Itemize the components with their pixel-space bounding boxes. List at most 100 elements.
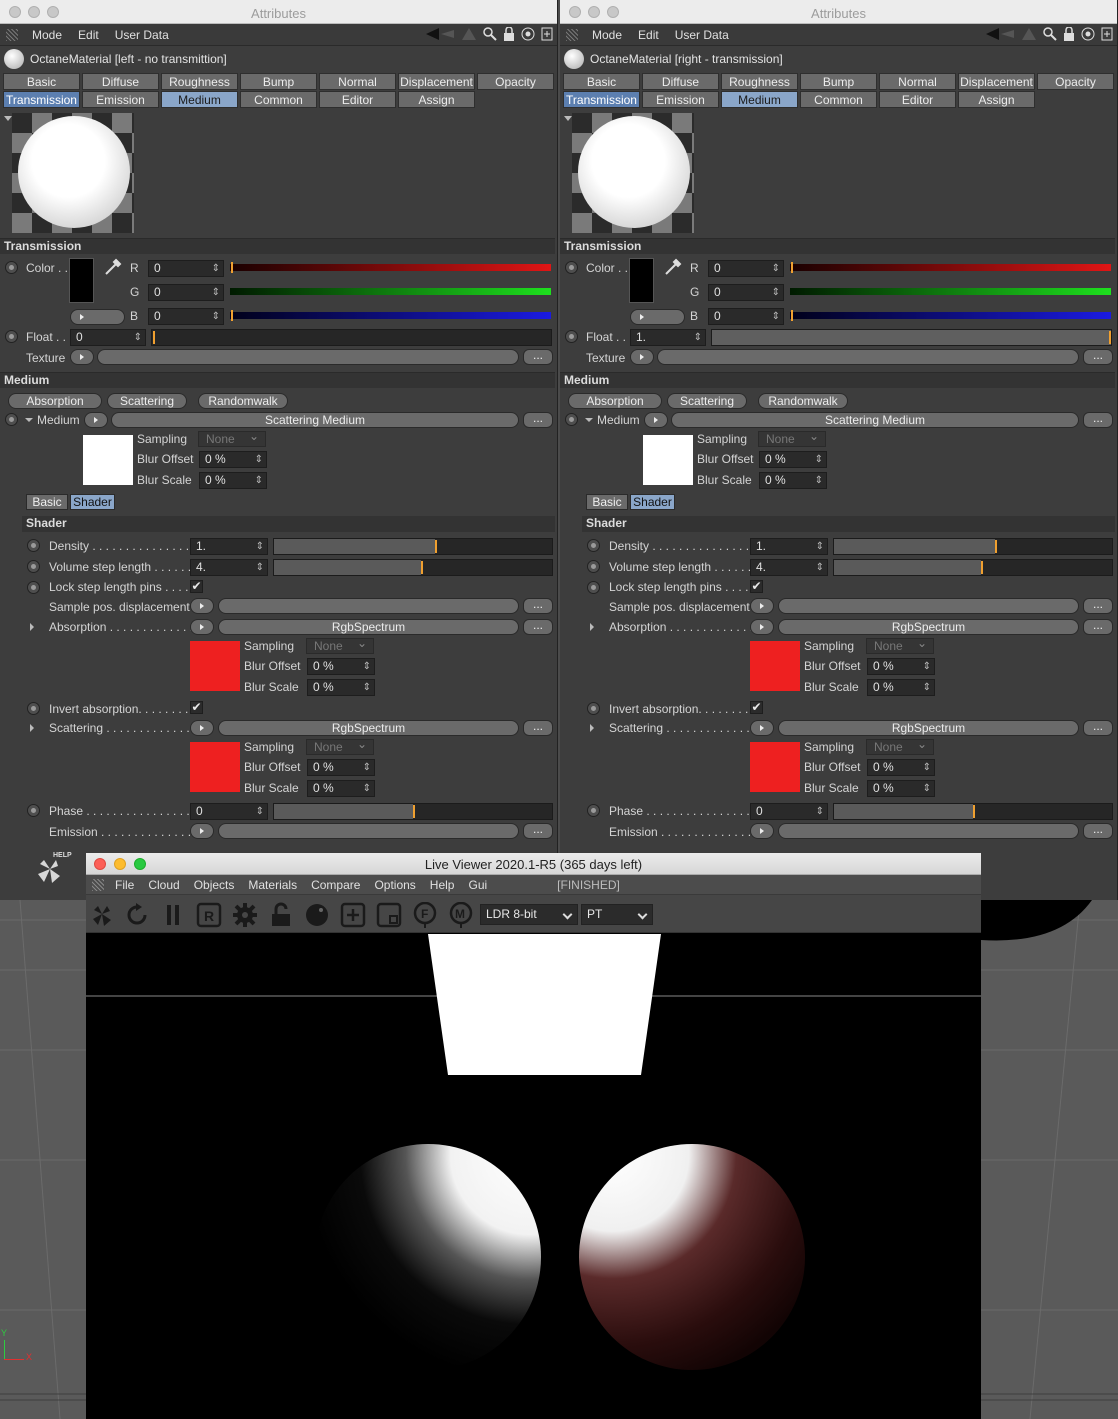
phase-slider[interactable] [833, 803, 1113, 820]
volume-step-animate-radio[interactable] [587, 560, 600, 573]
absorption-more-button[interactable]: ... [1083, 619, 1113, 635]
settings-gear-icon[interactable] [232, 902, 258, 928]
focus-picker-icon[interactable]: F [412, 902, 438, 928]
menu-edit[interactable]: Edit [70, 28, 107, 42]
tab-assign[interactable]: Assign [958, 91, 1035, 108]
absorption-button[interactable]: Absorption [568, 393, 662, 409]
tonemap-dropdown[interactable]: LDR 8-bit [480, 904, 578, 925]
absorption-more-button[interactable]: ... [523, 619, 553, 635]
tab-editor[interactable]: Editor [879, 91, 956, 108]
emission-slot[interactable] [218, 823, 519, 839]
scattering-menu-button[interactable] [190, 720, 214, 736]
tab-roughness[interactable]: Roughness [161, 73, 238, 90]
sample-pos-more-button[interactable]: ... [1083, 598, 1113, 614]
float-animate-radio[interactable] [565, 330, 578, 343]
g-input[interactable]: 0 [708, 284, 784, 301]
scattering-button[interactable]: Scattering [667, 393, 747, 409]
texture-more-button[interactable]: ... [523, 349, 553, 365]
material-picker-icon[interactable]: M [448, 902, 474, 928]
tab-bump[interactable]: Bump [800, 73, 877, 90]
target-icon[interactable] [521, 27, 535, 41]
menu-user-data[interactable]: User Data [107, 28, 177, 42]
tab-normal[interactable]: Normal [879, 73, 956, 90]
menu-objects[interactable]: Objects [187, 878, 242, 892]
scattering-more-button[interactable]: ... [523, 720, 553, 736]
eyedropper-icon[interactable] [664, 258, 682, 276]
volume-step-slider[interactable] [273, 559, 553, 576]
color-animate-radio[interactable] [5, 261, 18, 274]
r-input[interactable]: 0 [708, 260, 784, 277]
color-expand-button[interactable] [630, 309, 685, 325]
refresh-icon[interactable] [124, 902, 150, 928]
float-input[interactable]: 1. [630, 329, 706, 346]
volume-step-input[interactable]: 4. [190, 559, 268, 576]
tab-diffuse[interactable]: Diffuse [82, 73, 159, 90]
tab-shader-shader[interactable]: Shader [630, 494, 675, 510]
tab-displacement[interactable]: Displacement [398, 73, 475, 90]
region-render-icon[interactable]: R [196, 902, 222, 928]
menu-cloud[interactable]: Cloud [141, 878, 186, 892]
texture-menu-button[interactable] [630, 349, 654, 365]
back-arrow-icon[interactable] [985, 27, 1015, 41]
absorption-blur-offset-input[interactable]: 0 % [307, 658, 375, 675]
g-input[interactable]: 0 [148, 284, 224, 301]
medium-menu-button[interactable] [644, 412, 668, 428]
sample-pos-slot[interactable] [218, 598, 519, 614]
absorption-blur-scale-input[interactable]: 0 % [867, 679, 935, 696]
grip-icon[interactable] [92, 878, 104, 891]
scattering-sampling-select[interactable]: None [306, 737, 374, 755]
blur-offset-input[interactable]: 0 % [199, 451, 267, 468]
grip-icon[interactable] [566, 28, 578, 41]
medium-more-button[interactable]: ... [1083, 412, 1113, 428]
tab-medium[interactable]: Medium [721, 91, 798, 108]
tab-medium[interactable]: Medium [161, 91, 238, 108]
tab-diffuse[interactable]: Diffuse [642, 73, 719, 90]
b-slider[interactable] [230, 312, 551, 319]
blur-offset-input[interactable]: 0 % [759, 451, 827, 468]
r-slider[interactable] [790, 264, 1111, 271]
randomwalk-button[interactable]: Randomwalk [758, 393, 848, 409]
sample-pos-more-button[interactable]: ... [523, 598, 553, 614]
medium-more-button[interactable]: ... [523, 412, 553, 428]
texture-slot[interactable] [657, 349, 1079, 365]
density-input[interactable]: 1. [190, 538, 268, 555]
menu-materials[interactable]: Materials [241, 878, 304, 892]
tab-bump[interactable]: Bump [240, 73, 317, 90]
tab-basic[interactable]: Basic [563, 73, 640, 90]
lock-step-checkbox[interactable]: ✔ [750, 580, 763, 593]
b-input[interactable]: 0 [708, 308, 784, 325]
eyedropper-icon[interactable] [104, 258, 122, 276]
absorption-button[interactable]: Absorption [8, 393, 102, 409]
invert-absorption-animate-radio[interactable] [27, 702, 40, 715]
b-slider[interactable] [790, 312, 1111, 319]
randomwalk-button[interactable]: Randomwalk [198, 393, 288, 409]
lock-icon[interactable] [503, 27, 515, 41]
absorption-blur-scale-input[interactable]: 0 % [307, 679, 375, 696]
texture-menu-button[interactable] [70, 349, 94, 365]
sample-pos-slot[interactable] [778, 598, 1079, 614]
float-slider[interactable] [711, 329, 1112, 346]
collapse-preview-icon[interactable] [564, 116, 572, 121]
absorption-sampling-select[interactable]: None [306, 636, 374, 654]
blur-scale-input[interactable]: 0 % [759, 472, 827, 489]
emission-more-button[interactable]: ... [523, 823, 553, 839]
target-icon[interactable] [1081, 27, 1095, 41]
phase-slider[interactable] [273, 803, 553, 820]
crop-icon[interactable] [376, 902, 402, 928]
phase-input[interactable]: 0 [750, 803, 828, 820]
scattering-button[interactable]: Scattering [107, 393, 187, 409]
menu-options[interactable]: Options [367, 878, 422, 892]
tab-transmission[interactable]: Transmission [3, 91, 80, 108]
absorption-slot[interactable]: RgbSpectrum [778, 619, 1079, 635]
scattering-sampling-select[interactable]: None [866, 737, 934, 755]
tab-shader-shader[interactable]: Shader [70, 494, 115, 510]
absorption-expand-icon[interactable] [30, 623, 34, 631]
tab-opacity[interactable]: Opacity [1037, 73, 1114, 90]
scattering-blur-scale-input[interactable]: 0 % [307, 780, 375, 797]
blur-scale-input[interactable]: 0 % [199, 472, 267, 489]
absorption-menu-button[interactable] [750, 619, 774, 635]
tab-editor[interactable]: Editor [319, 91, 396, 108]
color-expand-button[interactable] [70, 309, 125, 325]
invert-absorption-checkbox[interactable]: ✔ [190, 701, 203, 714]
menu-user-data[interactable]: User Data [667, 28, 737, 42]
